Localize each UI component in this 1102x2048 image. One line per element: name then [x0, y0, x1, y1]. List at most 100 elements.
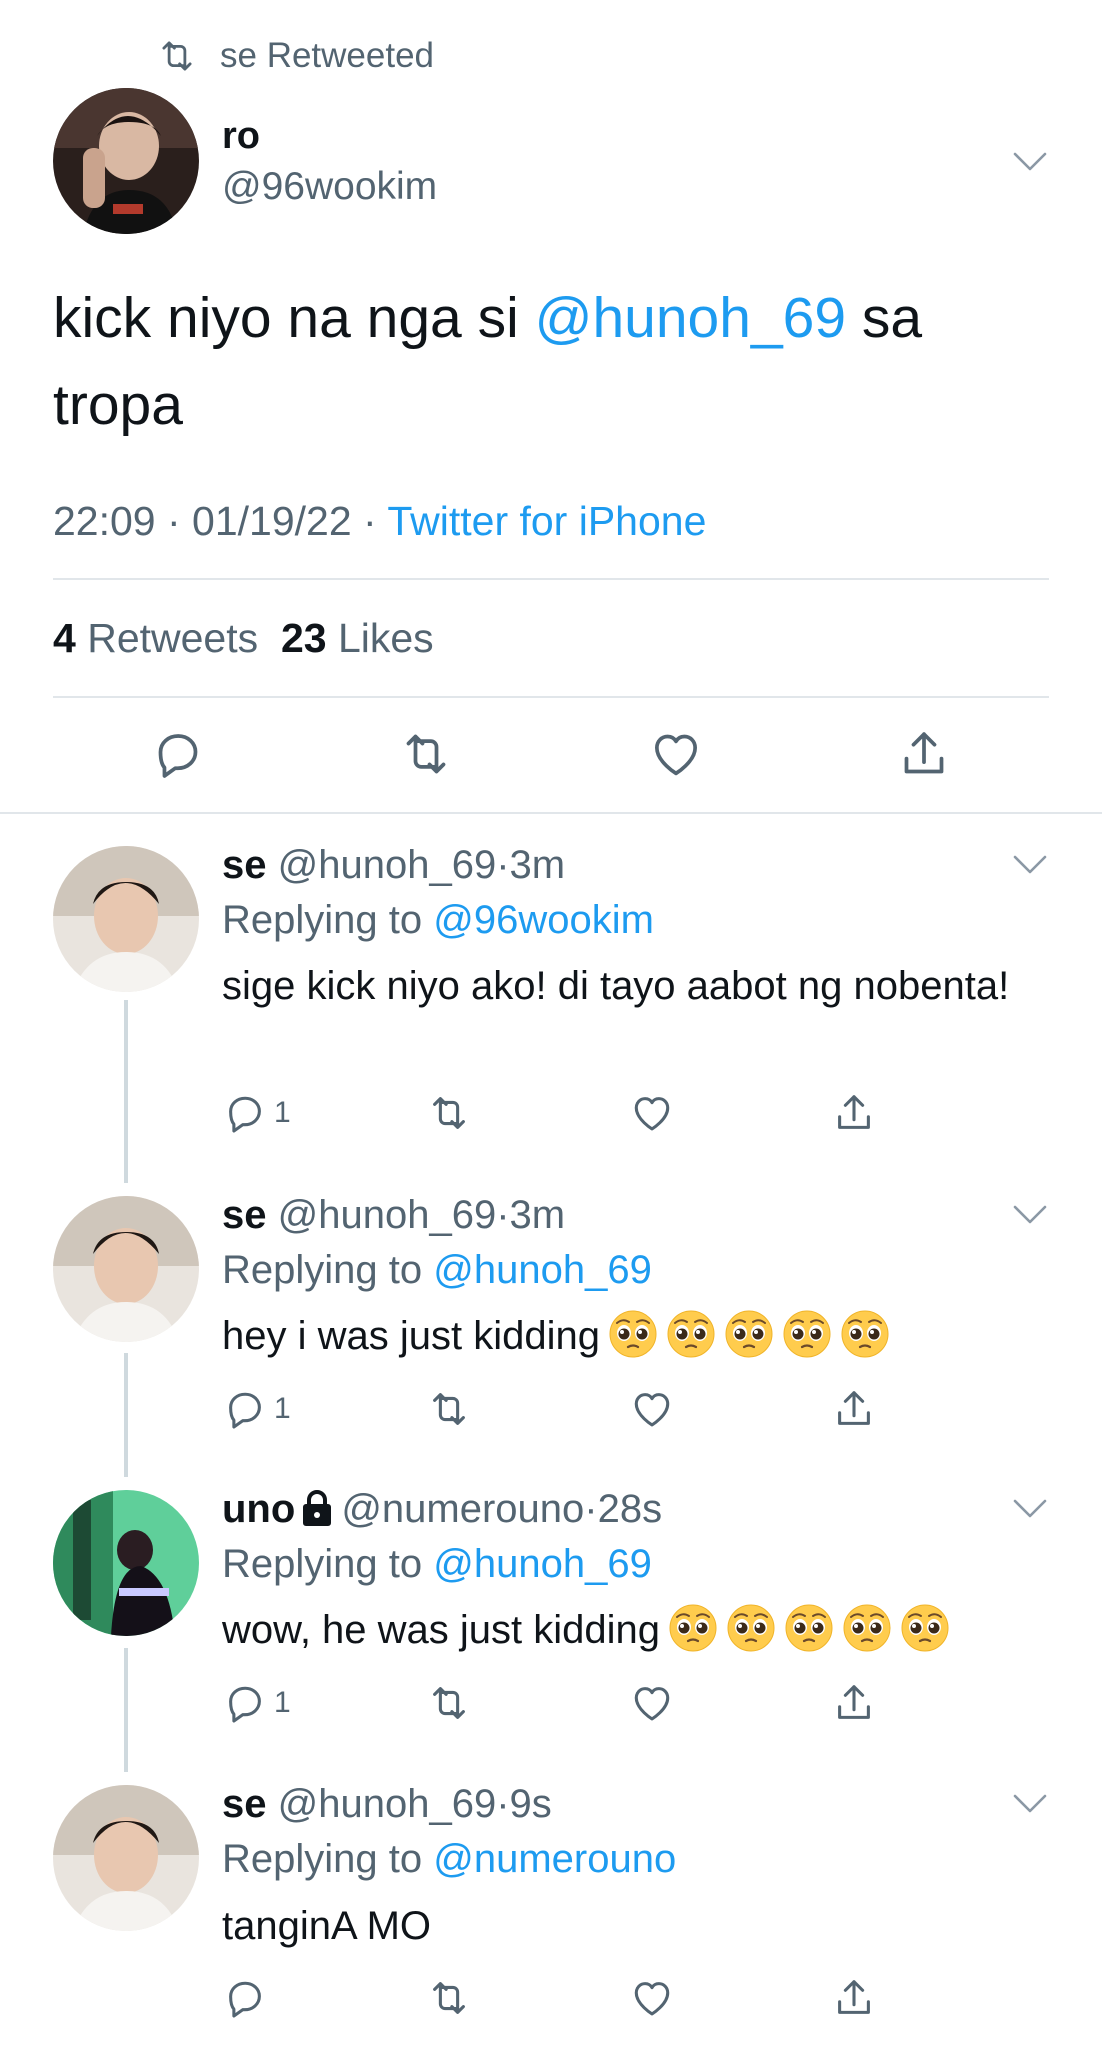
like-button[interactable]: [629, 1975, 675, 2021]
like-button[interactable]: [648, 726, 704, 782]
reply-time[interactable]: 3m: [510, 1193, 566, 1237]
reply-count: 1: [274, 1096, 291, 1129]
retweet-button[interactable]: [426, 1680, 472, 1726]
author-name[interactable]: ro: [222, 113, 260, 159]
chevron-down-icon[interactable]: [1012, 853, 1048, 877]
pleading-face-icon: [900, 1603, 950, 1653]
reply-count: 1: [274, 1392, 291, 1425]
reply-header: se @hunoh_69·3m: [222, 841, 565, 889]
reply-text: sige kick niyo ako! di tayo aabot ng nob…: [222, 964, 1010, 1008]
like-button[interactable]: [629, 1386, 675, 1432]
retweet-banner[interactable]: se Retweeted: [156, 34, 434, 78]
author-handle[interactable]: @96wookim: [222, 164, 437, 210]
tweet-mention-link[interactable]: @hunoh_69: [535, 286, 846, 350]
reply-header: se @hunoh_69·9s: [222, 1780, 552, 1828]
heart-icon: [629, 1386, 675, 1432]
reply-time[interactable]: 3m: [510, 843, 566, 887]
thread-line: [124, 1353, 128, 1477]
dot-separator: ·: [496, 843, 510, 887]
retweet-button[interactable]: [426, 1090, 472, 1136]
reply-author-handle[interactable]: @hunoh_69: [278, 843, 497, 887]
replying-to-link[interactable]: @hunoh_69: [433, 1542, 652, 1586]
meta-separator: ·: [351, 498, 388, 544]
retweet-icon: [426, 1975, 472, 2021]
like-button[interactable]: [629, 1090, 675, 1136]
retweets-stat[interactable]: 4 Retweets: [53, 615, 258, 661]
share-icon: [831, 1975, 877, 2021]
reply-author-name[interactable]: se: [222, 843, 267, 887]
reply-button[interactable]: 1: [222, 1386, 291, 1432]
reply-button[interactable]: 1: [222, 1680, 291, 1726]
chevron-down-icon[interactable]: [1012, 1497, 1048, 1521]
reply-text-body: wow, he was just kidding: [222, 1608, 661, 1652]
tweet-meta: 22:09 · 01/19/22 · Twitter for iPhone: [53, 495, 706, 547]
retweet-button[interactable]: [426, 1975, 472, 2021]
avatar[interactable]: [53, 88, 199, 234]
reply-icon: [222, 1090, 268, 1136]
reply-time[interactable]: 9s: [510, 1782, 552, 1826]
reply-author-handle[interactable]: @numerouno: [341, 1487, 584, 1531]
retweet-button[interactable]: [426, 1386, 472, 1432]
chevron-down-icon[interactable]: [1012, 1203, 1048, 1227]
share-icon: [831, 1386, 877, 1432]
dot-separator: ·: [496, 1782, 510, 1826]
replying-to: Replying to @hunoh_69: [222, 1540, 652, 1588]
divider: [53, 578, 1049, 580]
retweet-button[interactable]: [398, 726, 454, 782]
reply-count: 1: [274, 1686, 291, 1719]
reply-time[interactable]: 28s: [598, 1487, 663, 1531]
pleading-face-icon: [842, 1603, 892, 1653]
reply-button[interactable]: 1: [222, 1090, 291, 1136]
share-button[interactable]: [831, 1386, 877, 1432]
share-icon: [831, 1090, 877, 1136]
likes-stat[interactable]: 23 Likes: [281, 615, 434, 661]
tweet-date: 01/19/22: [192, 498, 352, 544]
tweet-source-link[interactable]: Twitter for iPhone: [387, 498, 706, 544]
retweet-icon: [426, 1386, 472, 1432]
retweet-banner-text: se Retweeted: [220, 36, 435, 75]
chevron-down-icon[interactable]: [1012, 150, 1048, 174]
replying-label: Replying to: [222, 1248, 423, 1292]
heart-icon: [629, 1680, 675, 1726]
replying-to-link[interactable]: @numerouno: [433, 1837, 676, 1881]
reply-text: hey i was just kidding: [222, 1308, 1042, 1364]
pleading-face-icon: [608, 1309, 658, 1359]
avatar[interactable]: [53, 1196, 199, 1342]
share-button[interactable]: [831, 1090, 877, 1136]
replying-label: Replying to: [222, 898, 423, 942]
avatar[interactable]: [53, 846, 199, 992]
reply-button[interactable]: [222, 1975, 268, 2021]
retweet-icon: [426, 1680, 472, 1726]
avatar[interactable]: [53, 1785, 199, 1931]
share-button[interactable]: [831, 1975, 877, 2021]
share-button[interactable]: [896, 726, 952, 782]
reply-author-handle[interactable]: @hunoh_69: [278, 1193, 497, 1237]
reply-author-name[interactable]: se: [222, 1782, 267, 1826]
like-button[interactable]: [629, 1680, 675, 1726]
pleading-face-icon: [782, 1309, 832, 1359]
replying-to-link[interactable]: @96wookim: [433, 898, 654, 942]
pleading-face-icon: [840, 1309, 890, 1359]
reply-icon: [222, 1975, 268, 2021]
thread-line: [124, 1648, 128, 1772]
reply-icon: [150, 726, 206, 782]
dot-separator: ·: [496, 1193, 510, 1237]
avatar[interactable]: [53, 1490, 199, 1636]
divider: [0, 812, 1102, 814]
share-button[interactable]: [831, 1680, 877, 1726]
reply-header: se @hunoh_69·3m: [222, 1191, 565, 1239]
chevron-down-icon[interactable]: [1012, 1792, 1048, 1816]
dot-separator: ·: [584, 1487, 598, 1531]
pleading-face-icon: [784, 1603, 834, 1653]
replying-label: Replying to: [222, 1837, 423, 1881]
reply-author-name[interactable]: se: [222, 1193, 267, 1237]
replying-to: Replying to @numerouno: [222, 1835, 676, 1883]
reply-author-handle[interactable]: @hunoh_69: [278, 1782, 497, 1826]
meta-separator: ·: [155, 498, 193, 544]
replying-to-link[interactable]: @hunoh_69: [433, 1248, 652, 1292]
reply-button[interactable]: [150, 726, 206, 782]
replying-to: Replying to @hunoh_69: [222, 1246, 652, 1294]
reply-text: tanginA MO: [222, 1904, 432, 1948]
tweet-text: kick niyo na nga si @hunoh_69 sa tropa: [53, 275, 1053, 449]
reply-author-name[interactable]: uno: [222, 1487, 295, 1531]
